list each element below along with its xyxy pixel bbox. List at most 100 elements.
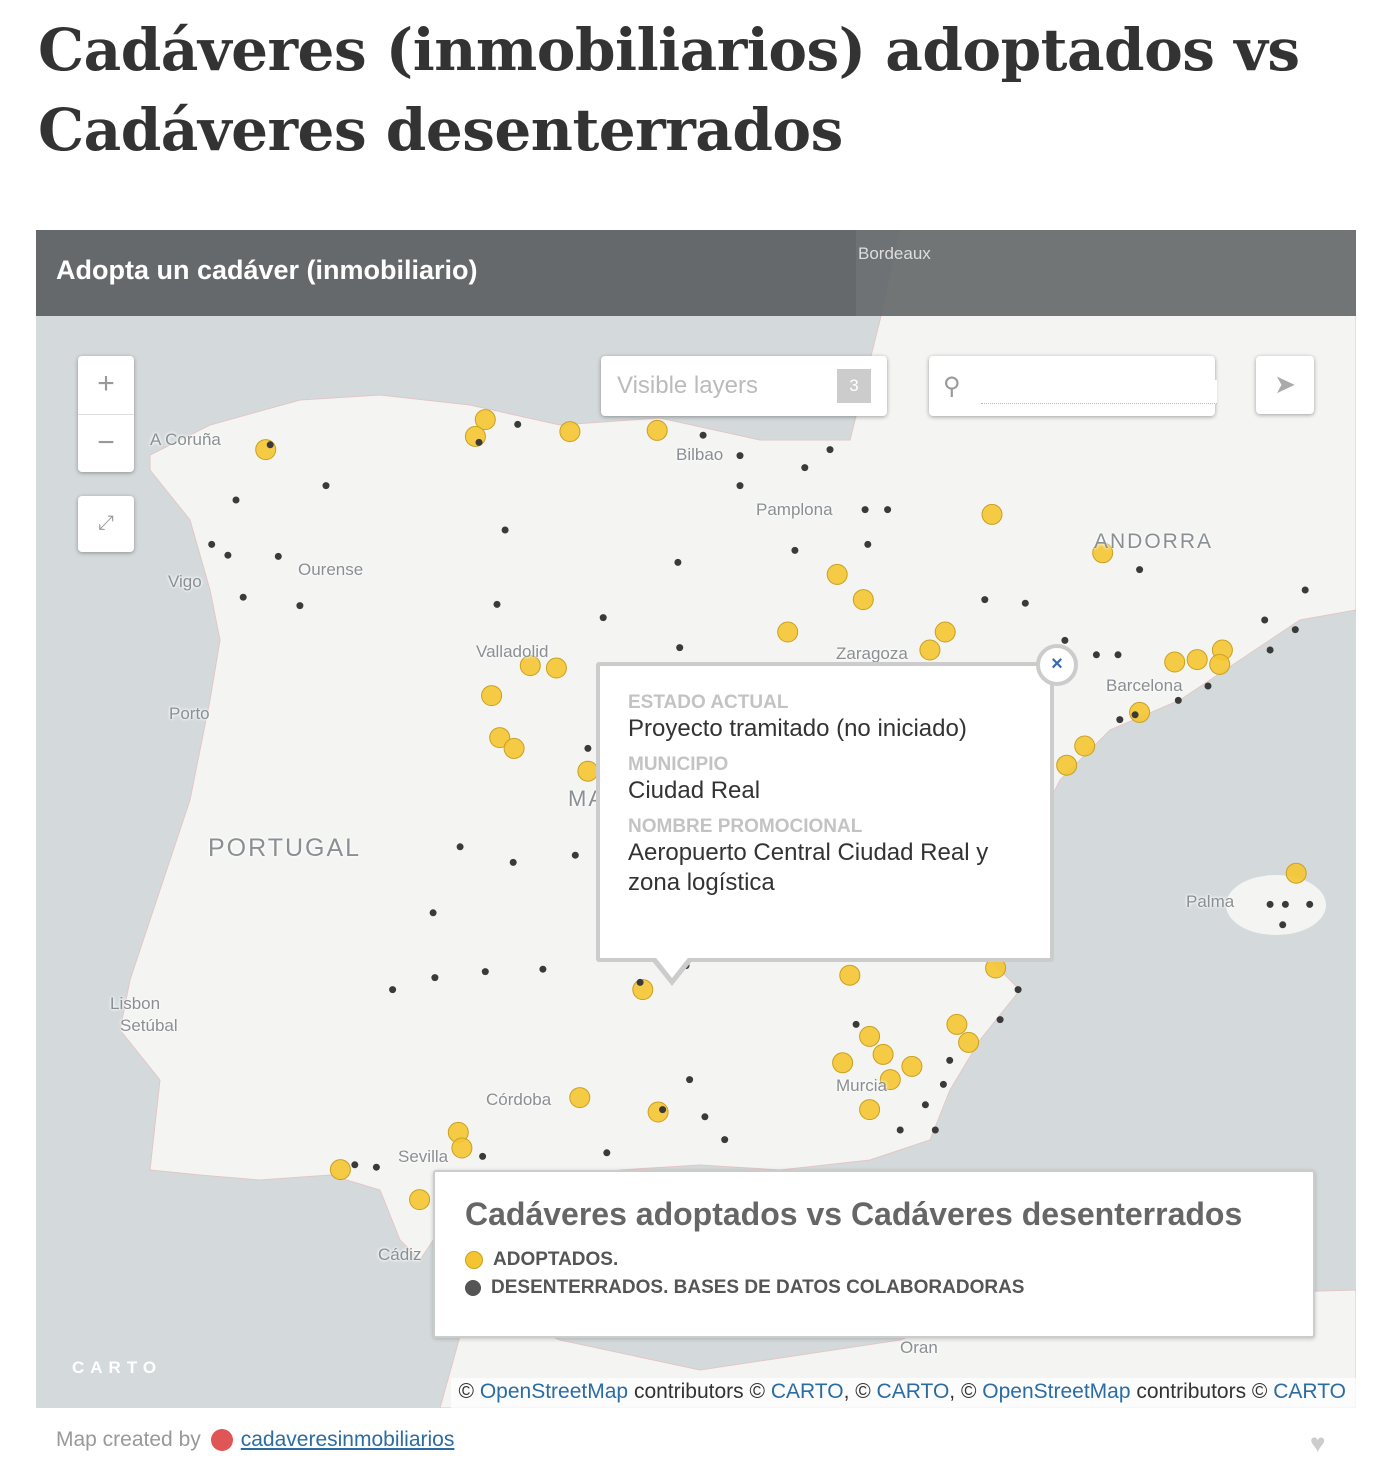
unearthed-marker[interactable]: [351, 1161, 359, 1169]
unearthed-marker[interactable]: [456, 843, 464, 851]
adopted-marker[interactable]: [1164, 651, 1186, 673]
carto-link[interactable]: CARTO: [771, 1380, 844, 1403]
unearthed-marker[interactable]: [322, 482, 330, 490]
author-link[interactable]: cadaveresinmobiliarios: [241, 1428, 455, 1452]
adopted-marker[interactable]: [577, 760, 599, 782]
unearthed-marker[interactable]: [599, 614, 607, 622]
unearthed-marker[interactable]: [493, 600, 501, 608]
adopted-marker[interactable]: [872, 1043, 894, 1065]
unearthed-marker[interactable]: [636, 978, 644, 986]
search-input[interactable]: [980, 380, 1217, 404]
unearthed-marker[interactable]: [539, 965, 547, 973]
adopted-marker[interactable]: [958, 1031, 980, 1053]
unearthed-marker[interactable]: [571, 851, 579, 859]
unearthed-marker[interactable]: [274, 552, 282, 560]
adopted-marker[interactable]: [1186, 649, 1208, 671]
unearthed-marker[interactable]: [1174, 696, 1182, 704]
unearthed-marker[interactable]: [721, 1136, 729, 1144]
unearthed-marker[interactable]: [389, 986, 397, 994]
fullscreen-button[interactable]: ⤢: [78, 496, 134, 552]
unearthed-marker[interactable]: [946, 1056, 954, 1064]
adopted-marker[interactable]: [569, 1087, 591, 1109]
adopted-marker[interactable]: [832, 1052, 854, 1074]
adopted-marker[interactable]: [839, 964, 861, 986]
unearthed-marker[interactable]: [1136, 566, 1144, 574]
unearthed-marker[interactable]: [584, 744, 592, 752]
like-heart-icon[interactable]: ♥: [1310, 1428, 1325, 1459]
adopted-marker[interactable]: [451, 1137, 473, 1159]
unearthed-marker[interactable]: [1092, 651, 1100, 659]
unearthed-marker[interactable]: [674, 558, 682, 566]
unearthed-marker[interactable]: [981, 596, 989, 604]
unearthed-marker[interactable]: [239, 593, 247, 601]
adopted-marker[interactable]: [1074, 735, 1096, 757]
unearthed-marker[interactable]: [801, 464, 809, 472]
unearthed-marker[interactable]: [429, 909, 437, 917]
unearthed-marker[interactable]: [1114, 651, 1122, 659]
unearthed-marker[interactable]: [372, 1163, 380, 1171]
unearthed-marker[interactable]: [501, 526, 509, 534]
adopted-marker[interactable]: [777, 621, 799, 643]
unearthed-marker[interactable]: [852, 1020, 860, 1028]
unearthed-marker[interactable]: [1266, 900, 1274, 908]
unearthed-marker[interactable]: [1291, 626, 1299, 634]
unearthed-marker[interactable]: [1281, 900, 1289, 908]
unearthed-marker[interactable]: [224, 551, 232, 559]
unearthed-marker[interactable]: [861, 506, 869, 514]
adopted-marker[interactable]: [981, 503, 1003, 525]
unearthed-marker[interactable]: [939, 1080, 947, 1088]
unearthed-marker[interactable]: [1021, 599, 1029, 607]
carto-link-3[interactable]: CARTO: [1273, 1380, 1346, 1403]
unearthed-marker[interactable]: [699, 431, 707, 439]
unearthed-marker[interactable]: [475, 438, 483, 446]
unearthed-marker[interactable]: [676, 644, 684, 652]
unearthed-marker[interactable]: [431, 974, 439, 982]
unearthed-marker[interactable]: [296, 602, 304, 610]
unearthed-marker[interactable]: [1279, 921, 1287, 929]
unearthed-marker[interactable]: [736, 452, 744, 460]
adopted-marker[interactable]: [859, 1099, 881, 1121]
unearthed-marker[interactable]: [1204, 682, 1212, 690]
zoom-in-button[interactable]: +: [78, 356, 134, 415]
unearthed-marker[interactable]: [686, 1076, 694, 1084]
osm-link-2[interactable]: OpenStreetMap: [982, 1380, 1130, 1403]
unearthed-marker[interactable]: [1301, 586, 1309, 594]
unearthed-marker[interactable]: [931, 1126, 939, 1134]
adopted-marker[interactable]: [901, 1055, 923, 1077]
map[interactable]: Adopta un cadáver (inmobiliario) Bordeau…: [36, 230, 1356, 1408]
unearthed-marker[interactable]: [864, 540, 872, 548]
adopted-marker[interactable]: [946, 1013, 968, 1035]
unearthed-marker[interactable]: [1261, 616, 1269, 624]
unearthed-marker[interactable]: [884, 506, 892, 514]
unearthed-marker[interactable]: [481, 968, 489, 976]
adopted-marker[interactable]: [481, 685, 503, 707]
adopted-marker[interactable]: [1285, 862, 1307, 884]
unearthed-marker[interactable]: [479, 1152, 487, 1160]
unearthed-marker[interactable]: [659, 1106, 667, 1114]
unearthed-marker[interactable]: [1014, 986, 1022, 994]
popup-close-button[interactable]: ×: [1036, 644, 1078, 686]
adopted-marker[interactable]: [646, 419, 668, 441]
locate-button[interactable]: ➤: [1256, 356, 1314, 414]
unearthed-marker[interactable]: [1131, 711, 1139, 719]
unearthed-marker[interactable]: [791, 546, 799, 554]
unearthed-marker[interactable]: [266, 441, 274, 449]
adopted-marker[interactable]: [464, 425, 486, 447]
unearthed-marker[interactable]: [736, 482, 744, 490]
unearthed-marker[interactable]: [996, 1016, 1004, 1024]
unearthed-marker[interactable]: [509, 858, 517, 866]
adopted-marker[interactable]: [559, 421, 581, 443]
visible-layers-button[interactable]: Visible layers 3: [601, 356, 887, 416]
unearthed-marker[interactable]: [1116, 716, 1124, 724]
unearthed-marker[interactable]: [514, 420, 522, 428]
unearthed-marker[interactable]: [603, 1149, 611, 1157]
adopted-marker[interactable]: [934, 621, 956, 643]
zoom-out-button[interactable]: −: [78, 415, 134, 473]
adopted-marker[interactable]: [919, 639, 941, 661]
unearthed-marker[interactable]: [1061, 636, 1069, 644]
adopted-marker[interactable]: [852, 589, 874, 611]
unearthed-marker[interactable]: [921, 1101, 929, 1109]
carto-link-2[interactable]: CARTO: [877, 1380, 950, 1403]
unearthed-marker[interactable]: [826, 446, 834, 454]
adopted-marker[interactable]: [409, 1189, 431, 1211]
